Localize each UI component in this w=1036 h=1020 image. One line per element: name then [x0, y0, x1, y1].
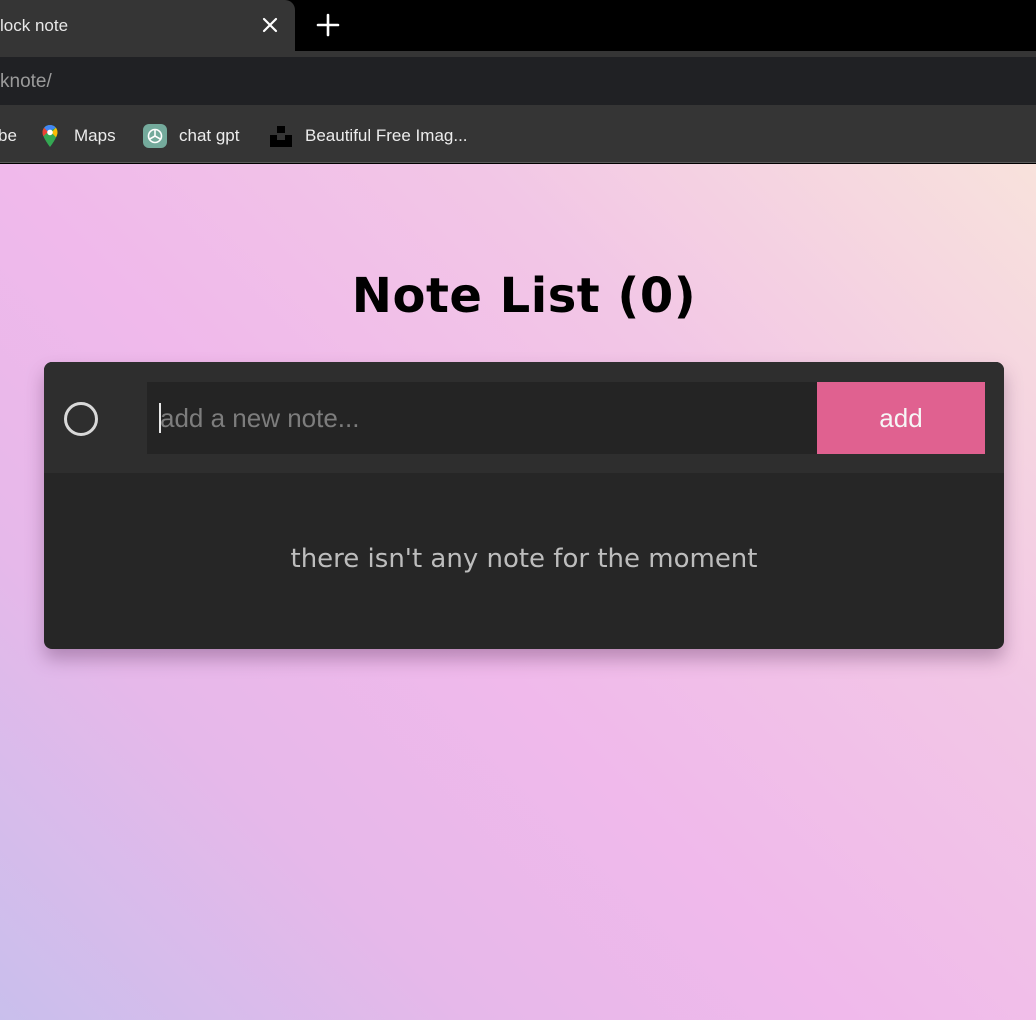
address-bar: knote/ [0, 51, 1036, 108]
note-card: add there isn't any note for the moment [44, 362, 1004, 649]
google-maps-icon [42, 125, 58, 147]
browser-tab[interactable]: lock note [0, 0, 295, 51]
url-field[interactable]: knote/ [0, 57, 1036, 105]
bookmarks-bar: be Maps chat gpt Beautiful Free Imag... [0, 108, 1036, 163]
new-note-input[interactable] [147, 382, 818, 454]
bookmark-unsplash[interactable]: Beautiful Free Imag... [269, 121, 468, 151]
bookmark-label: be [0, 126, 17, 145]
url-text: knote/ [0, 71, 52, 92]
browser-tab-strip: lock note [0, 0, 1036, 51]
close-icon[interactable] [260, 15, 280, 35]
empty-state-message: there isn't any note for the moment [290, 544, 758, 574]
chatgpt-icon [143, 124, 167, 148]
bookmark-label: Maps [74, 126, 116, 145]
bookmark-partial[interactable]: be [0, 121, 17, 151]
bookmark-maps[interactable]: Maps [38, 121, 116, 151]
tab-title: lock note [0, 16, 69, 35]
bookmark-label: Beautiful Free Imag... [305, 126, 468, 145]
add-button[interactable]: add [817, 382, 985, 454]
new-note-row: add [44, 362, 1004, 473]
plus-icon[interactable] [316, 13, 340, 37]
text-caret [159, 403, 161, 433]
complete-toggle-circle[interactable] [64, 402, 98, 436]
page-background: Note List (0) add there isn't any note f… [0, 164, 1036, 1020]
bookmark-chatgpt[interactable]: chat gpt [143, 121, 240, 151]
unsplash-icon [270, 126, 292, 147]
page-title: Note List (0) [351, 268, 697, 324]
bookmark-label: chat gpt [179, 126, 240, 145]
